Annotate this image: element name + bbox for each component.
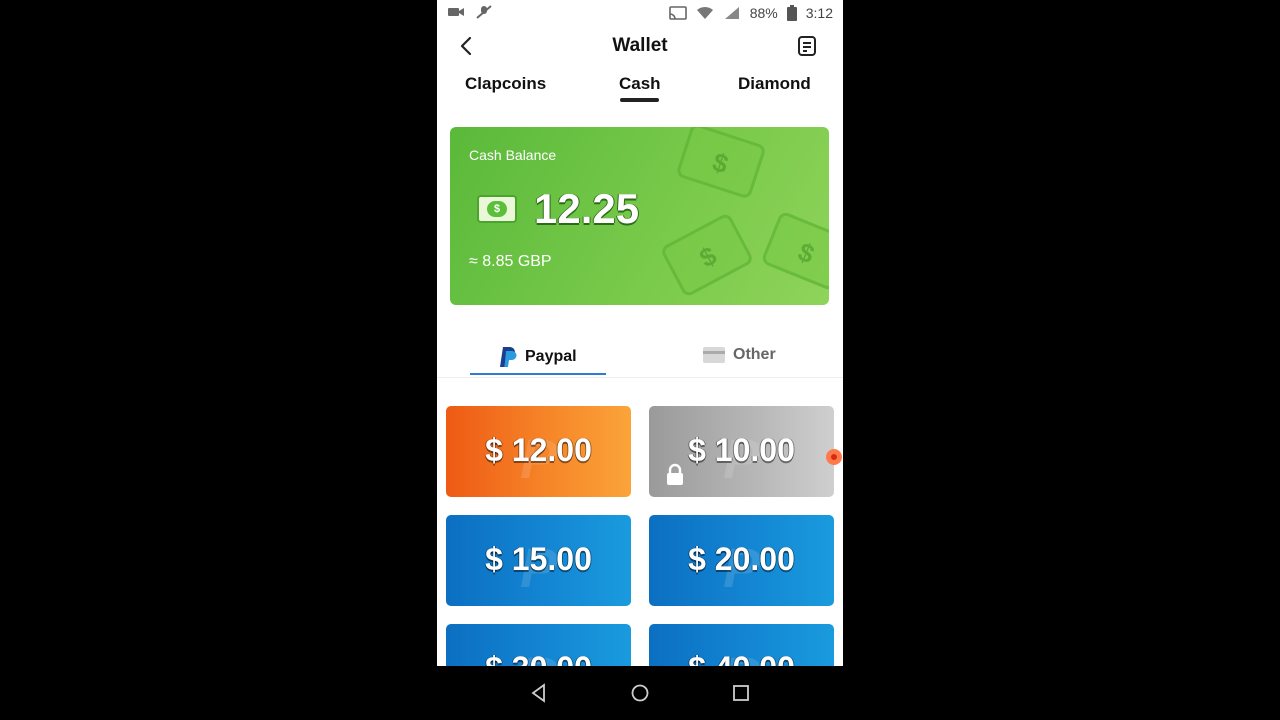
amount-label: $ 15.00 bbox=[485, 541, 592, 577]
paypal-icon bbox=[500, 347, 517, 367]
other-label: Other bbox=[733, 346, 776, 363]
decorative-bill-icon: $ bbox=[760, 210, 829, 292]
amount-tile-20[interactable]: P $ 20.00 bbox=[649, 515, 834, 606]
mute-icon bbox=[476, 5, 492, 19]
active-method-indicator bbox=[470, 373, 606, 375]
wifi-icon bbox=[696, 6, 713, 19]
battery-icon bbox=[786, 5, 797, 21]
amount-tile-30[interactable]: P $ 30.00 bbox=[446, 624, 631, 666]
card-icon bbox=[703, 347, 725, 363]
lock-icon bbox=[667, 463, 683, 485]
tab-diamond[interactable]: Diamond bbox=[738, 74, 811, 94]
tab-clapcoins[interactable]: Clapcoins bbox=[465, 74, 546, 94]
cast-icon bbox=[668, 6, 687, 20]
page-title: Wallet bbox=[612, 35, 668, 56]
amount-label: $ 20.00 bbox=[688, 541, 795, 577]
paypal-label: Paypal bbox=[525, 348, 577, 365]
payment-method-tabs: Paypal Other bbox=[437, 336, 843, 378]
clock: 3:12 bbox=[805, 5, 833, 21]
history-document-icon[interactable] bbox=[795, 34, 819, 58]
status-bar: 88% 3:12 bbox=[437, 0, 843, 28]
tab-cash[interactable]: Cash bbox=[619, 74, 661, 94]
cash-balance-card: $ $ $ Cash Balance $ 12.25 ≈ 8.85 GBP bbox=[450, 127, 829, 305]
phone-screen: 88% 3:12 Wallet Clapcoins Cash Diamond $… bbox=[437, 0, 843, 666]
tab-paypal[interactable]: Paypal bbox=[499, 346, 577, 368]
nav-back-triangle-icon[interactable] bbox=[528, 682, 550, 704]
battery-percent: 88% bbox=[749, 5, 778, 21]
balance-approx-gbp: ≈ 8.85 GBP bbox=[469, 253, 552, 270]
nav-recents-square-icon[interactable] bbox=[730, 682, 752, 704]
amount-label: $ 30.00 bbox=[446, 650, 631, 666]
tab-other[interactable]: Other bbox=[703, 346, 776, 364]
video-camera-icon bbox=[448, 8, 464, 16]
amount-tile-40[interactable]: P $ 40.00 bbox=[649, 624, 834, 666]
decorative-bill-icon: $ bbox=[659, 211, 755, 299]
amount-tile-12[interactable]: P $ 12.00 bbox=[446, 406, 631, 497]
active-tab-indicator bbox=[620, 98, 659, 102]
floating-record-indicator[interactable] bbox=[826, 449, 842, 465]
amount-label: $ 12.00 bbox=[485, 432, 592, 468]
wallet-tabs: Clapcoins Cash Diamond bbox=[437, 70, 843, 106]
amount-tile-15[interactable]: P $ 15.00 bbox=[446, 515, 631, 606]
android-nav-bar bbox=[437, 666, 843, 720]
signal-icon bbox=[724, 7, 739, 19]
balance-label: Cash Balance bbox=[469, 147, 557, 163]
decorative-bill-icon: $ bbox=[675, 127, 767, 200]
nav-home-circle-icon[interactable] bbox=[629, 682, 651, 704]
amount-label: $ 40.00 bbox=[649, 650, 834, 666]
app-header: Wallet bbox=[437, 30, 843, 62]
cash-bill-icon: $ bbox=[477, 195, 517, 223]
amount-tile-10-locked[interactable]: P $ 10.00 bbox=[649, 406, 834, 497]
balance-amount: 12.25 bbox=[534, 185, 640, 232]
